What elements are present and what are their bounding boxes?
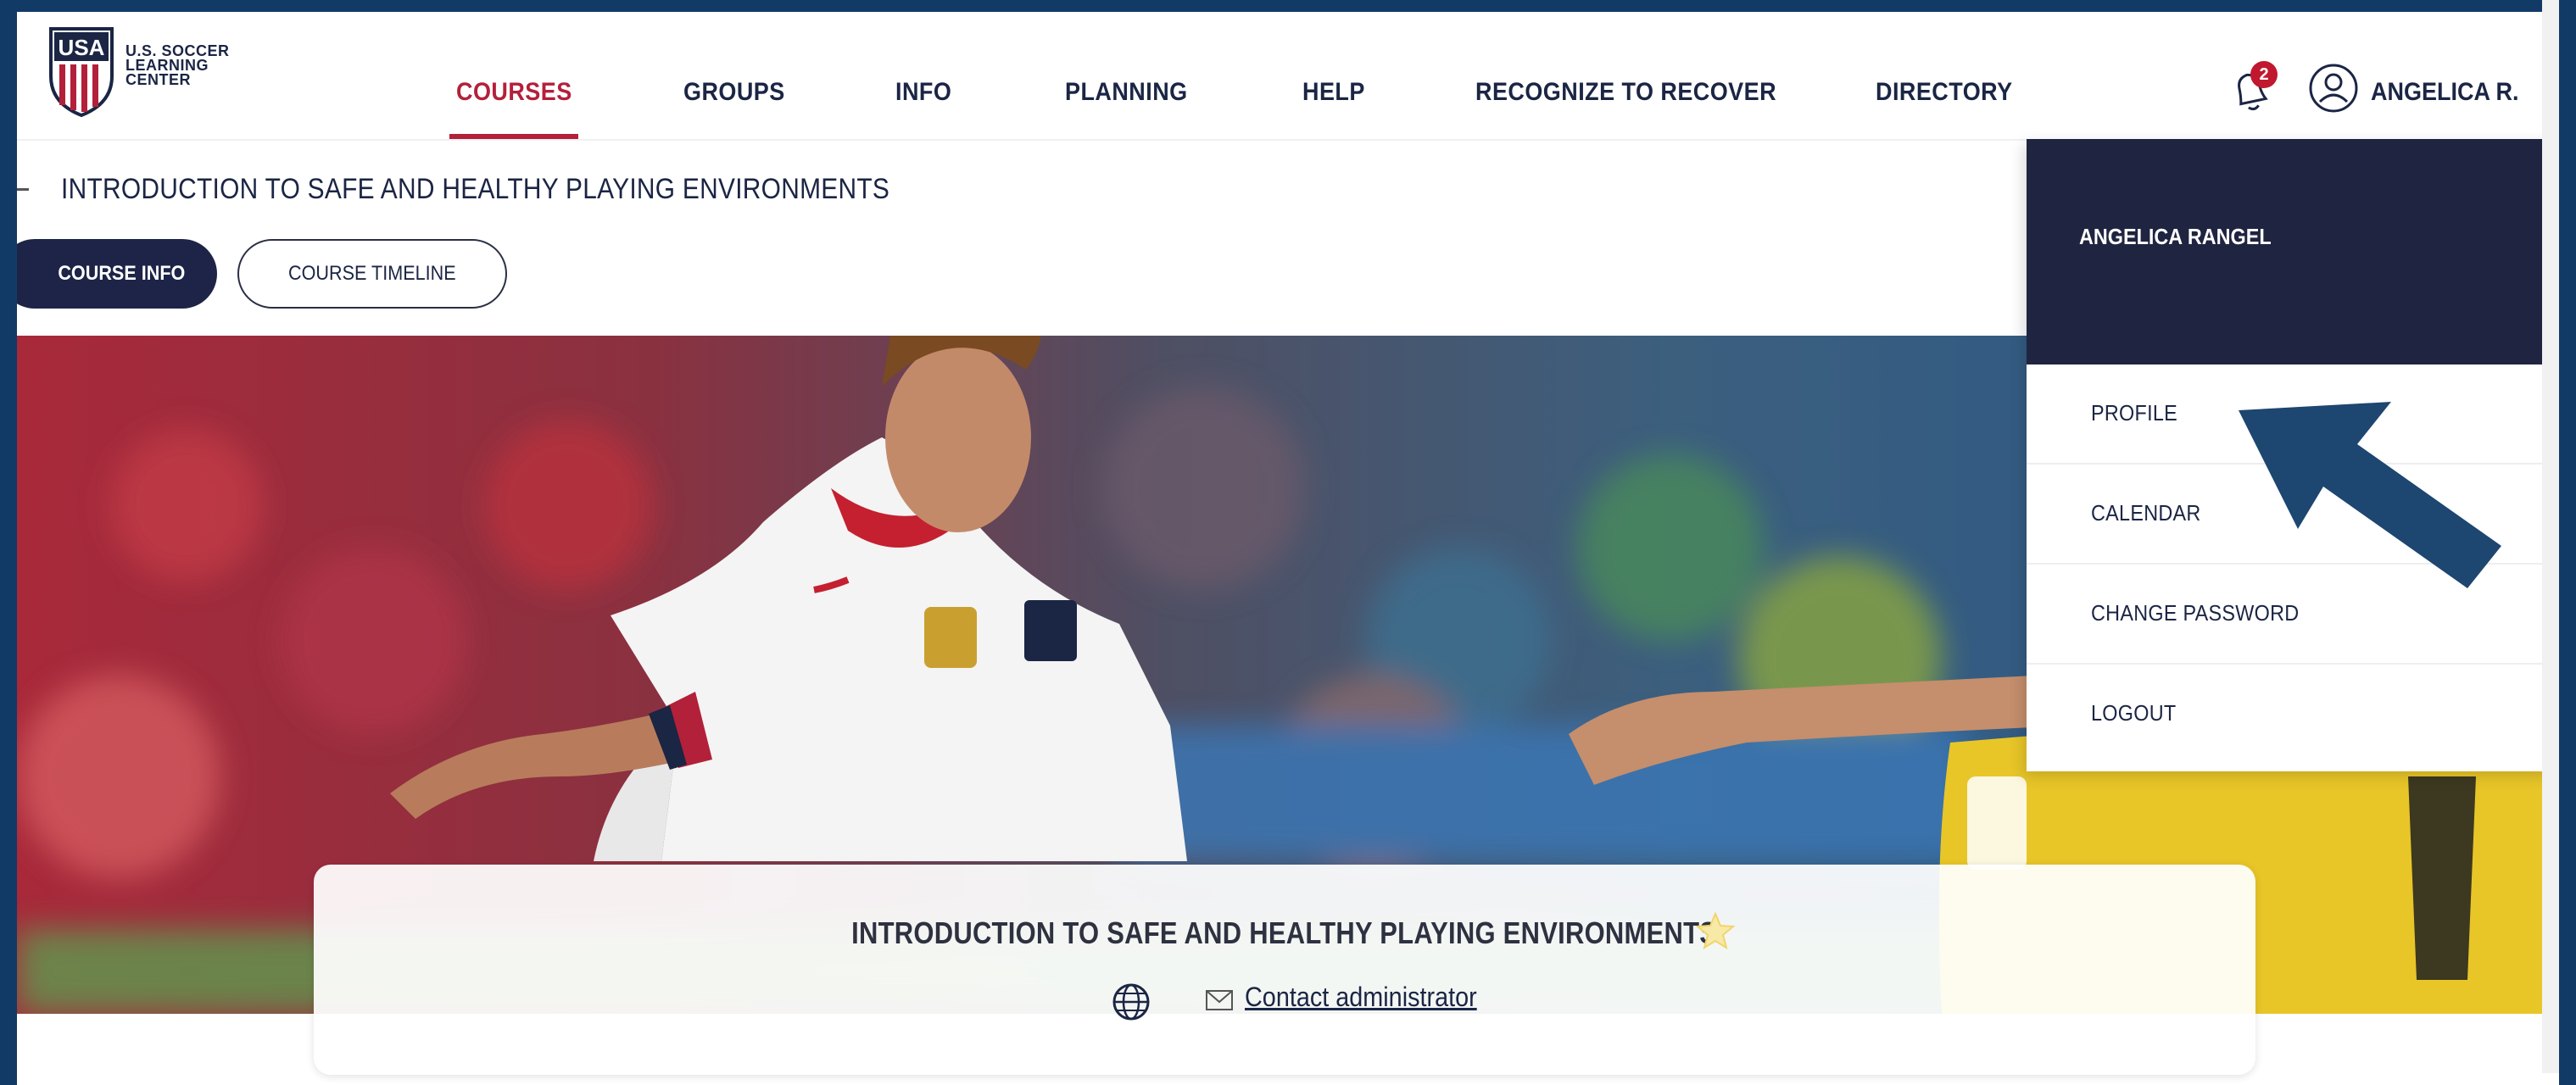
nav-recognize-to-recover[interactable]: RECOGNIZE TO RECOVER [1475,78,1776,107]
menu-item-logout[interactable]: LOGOUT [2027,665,2559,765]
active-nav-indicator [449,134,578,139]
crest-text: USA [59,35,105,60]
menu-item-change-password-label: CHANGE PASSWORD [2091,600,2300,626]
tab-course-info[interactable]: COURSE INFO [17,239,217,309]
nav-groups[interactable]: GROUPS [683,78,785,107]
nav-planning[interactable]: PLANNING [1065,78,1188,107]
nav-directory[interactable]: DIRECTORY [1876,78,2013,107]
globe-icon[interactable] [1111,982,1151,1022]
user-menu-toggle[interactable]: ANGELICA R. [2371,78,2519,107]
page-scrollbar[interactable] [2542,0,2559,1073]
menu-item-profile-label: PROFILE [2091,400,2178,426]
nav-courses[interactable]: COURSES [456,78,572,107]
course-card-title-text: INTRODUCTION TO SAFE AND HEALTHY PLAYING… [851,915,1718,950]
tab-course-info-label: COURSE INFO [57,262,186,285]
contact-administrator-link[interactable]: Contact administrator [1245,982,1477,1013]
logo-line-3: CENTER [125,71,192,88]
usa-crest-icon: USA [49,27,114,118]
user-avatar-icon[interactable] [2308,63,2359,114]
tab-course-timeline-label: COURSE TIMELINE [288,262,456,285]
nav-info[interactable]: INFO [895,78,951,107]
page: USA U.S. SOCCER LEARNING CENTER COURSES … [17,12,2559,1085]
dropdown-header: ANGELICA RANGEL [2027,139,2559,364]
course-breadcrumb-title: INTRODUCTION TO SAFE AND HEALTHY PLAYING… [61,173,890,205]
menu-item-calendar-label: CALENDAR [2091,500,2201,526]
tab-course-timeline[interactable]: COURSE TIMELINE [237,239,507,309]
collapse-icon[interactable] [17,188,29,191]
menu-item-logout-label: LOGOUT [2091,700,2177,726]
dropdown-user-name: ANGELICA RANGEL [2079,224,2272,249]
course-card-title: INTRODUCTION TO SAFE AND HEALTHY PLAYING… [314,915,2255,951]
top-header: USA U.S. SOCCER LEARNING CENTER COURSES … [17,12,2559,141]
us-soccer-logo[interactable]: USA U.S. SOCCER LEARNING CENTER [47,25,302,127]
nav-help[interactable]: HELP [1302,78,1365,107]
course-info-card: INTRODUCTION TO SAFE AND HEALTHY PLAYING… [314,865,2255,1075]
notification-badge: 2 [2250,61,2278,88]
logo-wordmark: U.S. SOCCER LEARNING CENTER [125,43,230,88]
mail-icon [1206,990,1233,1010]
pointer-arrow-icon [2239,402,2501,588]
favorite-star-icon[interactable] [1694,910,1737,953]
